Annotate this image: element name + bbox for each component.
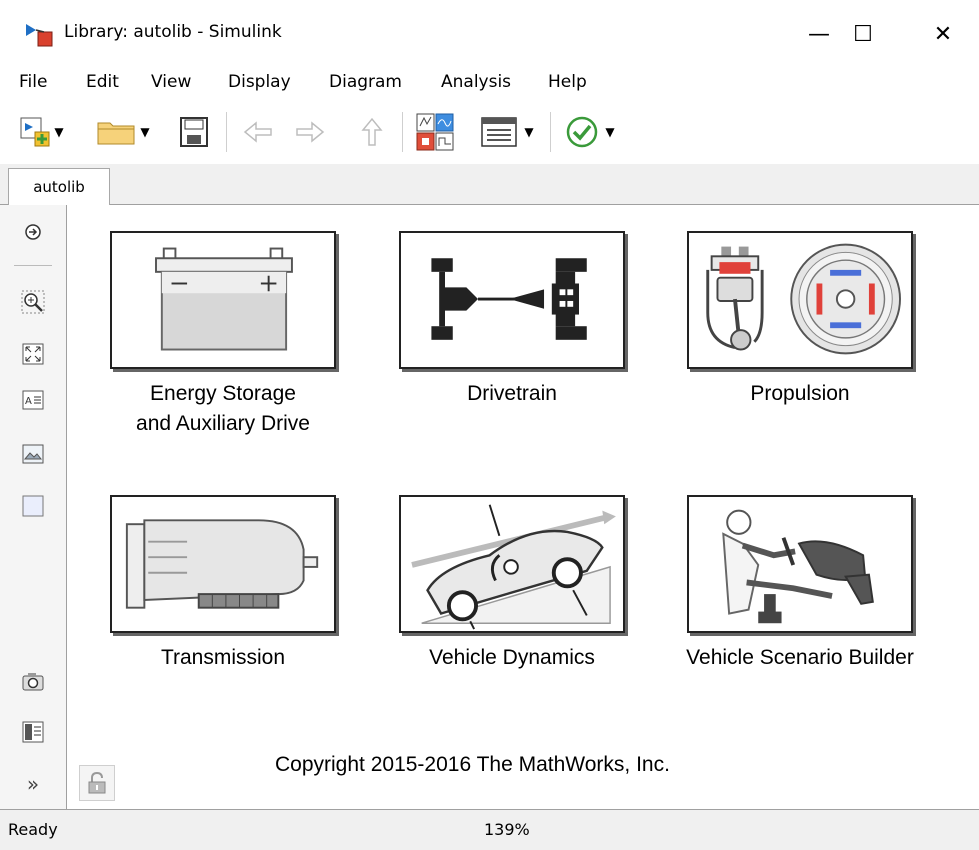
tab-label: autolib <box>33 178 85 196</box>
model-config-dropdown-icon: ▼ <box>524 125 534 139</box>
block-label: Transmission <box>160 646 286 669</box>
block-vehicle-scenario-builder[interactable] <box>687 495 913 633</box>
model-config-icon <box>481 117 518 147</box>
hide-browser-button[interactable] <box>20 219 46 245</box>
expand-palette-button[interactable]: » <box>20 771 46 797</box>
model-tab-bar: autolib <box>0 164 979 205</box>
block-label: Vehicle Dynamics <box>429 646 595 669</box>
block-label: Drivetrain <box>467 382 557 405</box>
palette-divider <box>14 265 52 266</box>
arrow-circle-icon <box>25 224 41 240</box>
new-model-dropdown-icon: ▼ <box>54 125 64 139</box>
driver-icon <box>722 509 874 624</box>
annotation-icon: A <box>22 390 44 410</box>
property-inspector-button[interactable] <box>20 719 46 745</box>
left-palette: A » <box>0 205 67 809</box>
annotation-button[interactable]: A <box>20 387 46 413</box>
title-bar: Library: autolib - Simulink — ☐ ✕ <box>0 0 979 66</box>
block-energy-storage[interactable] <box>110 231 336 369</box>
block-label: Vehicle Scenario Builder <box>686 646 914 669</box>
forward-button[interactable] <box>290 110 330 154</box>
block-label: Propulsion <box>750 382 850 405</box>
check-dropdown-icon: ▼ <box>605 125 615 139</box>
simulink-app-icon <box>26 24 53 47</box>
toolbar: ▼ ▼ ▼ ▼ <box>0 102 979 165</box>
drivetrain-icon <box>431 258 587 340</box>
zoom-button[interactable] <box>20 289 46 315</box>
status-bar: Ready 139% <box>0 809 979 850</box>
close-button[interactable]: ✕ <box>920 14 966 54</box>
image-button[interactable] <box>20 441 46 467</box>
open-button[interactable]: ▼ <box>90 110 156 154</box>
forward-arrow-icon <box>296 121 325 143</box>
close-icon: ✕ <box>933 21 953 47</box>
up-arrow-icon <box>361 117 383 146</box>
transmission-icon <box>125 519 319 609</box>
double-chevron-icon: » <box>26 772 40 796</box>
block-drivetrain[interactable] <box>399 231 625 369</box>
fit-to-view-button[interactable] <box>20 341 46 367</box>
library-canvas: Energy Storage and Auxiliary Drive Drive… <box>67 205 979 809</box>
status-text: Ready <box>8 820 58 839</box>
image-icon <box>22 444 44 464</box>
back-button[interactable] <box>238 110 278 154</box>
library-browser-icon <box>416 113 454 151</box>
library-lock-button[interactable] <box>79 765 115 801</box>
menu-diagram[interactable]: Diagram <box>329 72 402 92</box>
area-icon <box>22 495 44 517</box>
zoom-icon <box>21 290 45 314</box>
block-transmission[interactable] <box>110 495 336 633</box>
zoom-level: 139% <box>484 820 530 839</box>
area-button[interactable] <box>20 493 46 519</box>
menu-file[interactable]: File <box>19 72 47 92</box>
toolbar-separator <box>402 112 403 152</box>
window-title: Library: autolib - Simulink <box>64 22 282 42</box>
screenshot-button[interactable] <box>20 669 46 695</box>
menu-help[interactable]: Help <box>548 72 587 92</box>
fit-to-view-icon <box>22 343 44 365</box>
vehicle-dynamics-icon <box>411 504 616 630</box>
check-icon <box>567 116 598 148</box>
battery-icon <box>155 247 293 351</box>
menu-bar: File Edit View Display Diagram Analysis … <box>0 66 979 102</box>
block-label: Energy Storage and Auxiliary Drive <box>136 382 310 435</box>
maximize-button[interactable]: ☐ <box>840 14 886 54</box>
menu-view[interactable]: View <box>151 72 191 92</box>
toolbar-separator <box>226 112 227 152</box>
save-icon <box>180 117 208 147</box>
minimize-icon: — <box>808 21 830 47</box>
menu-analysis[interactable]: Analysis <box>441 72 511 92</box>
block-propulsion[interactable] <box>687 231 913 369</box>
minimize-button[interactable]: — <box>796 14 842 54</box>
svg-text:A: A <box>25 396 32 407</box>
back-arrow-icon <box>243 121 272 143</box>
menu-edit[interactable]: Edit <box>86 72 119 92</box>
block-vehicle-dynamics[interactable] <box>399 495 625 633</box>
menu-display[interactable]: Display <box>228 72 291 92</box>
toolbar-separator <box>550 112 551 152</box>
new-model-button[interactable]: ▼ <box>18 110 64 154</box>
tab-autolib[interactable]: autolib <box>8 168 110 205</box>
library-browser-button[interactable] <box>412 110 458 154</box>
property-inspector-icon <box>22 721 44 743</box>
lock-icon <box>88 772 106 794</box>
check-button[interactable]: ▼ <box>556 110 624 154</box>
open-dropdown-icon: ▼ <box>140 125 150 139</box>
up-button[interactable] <box>352 110 392 154</box>
model-config-button[interactable]: ▼ <box>472 110 542 154</box>
copyright-annotation: Copyright 2015-2016 The MathWorks, Inc. <box>275 753 670 776</box>
camera-icon <box>22 673 44 691</box>
new-model-icon <box>20 117 50 147</box>
propulsion-icon <box>706 243 901 355</box>
open-folder-icon <box>97 122 135 145</box>
save-button[interactable] <box>176 110 212 154</box>
maximize-icon: ☐ <box>853 21 873 47</box>
